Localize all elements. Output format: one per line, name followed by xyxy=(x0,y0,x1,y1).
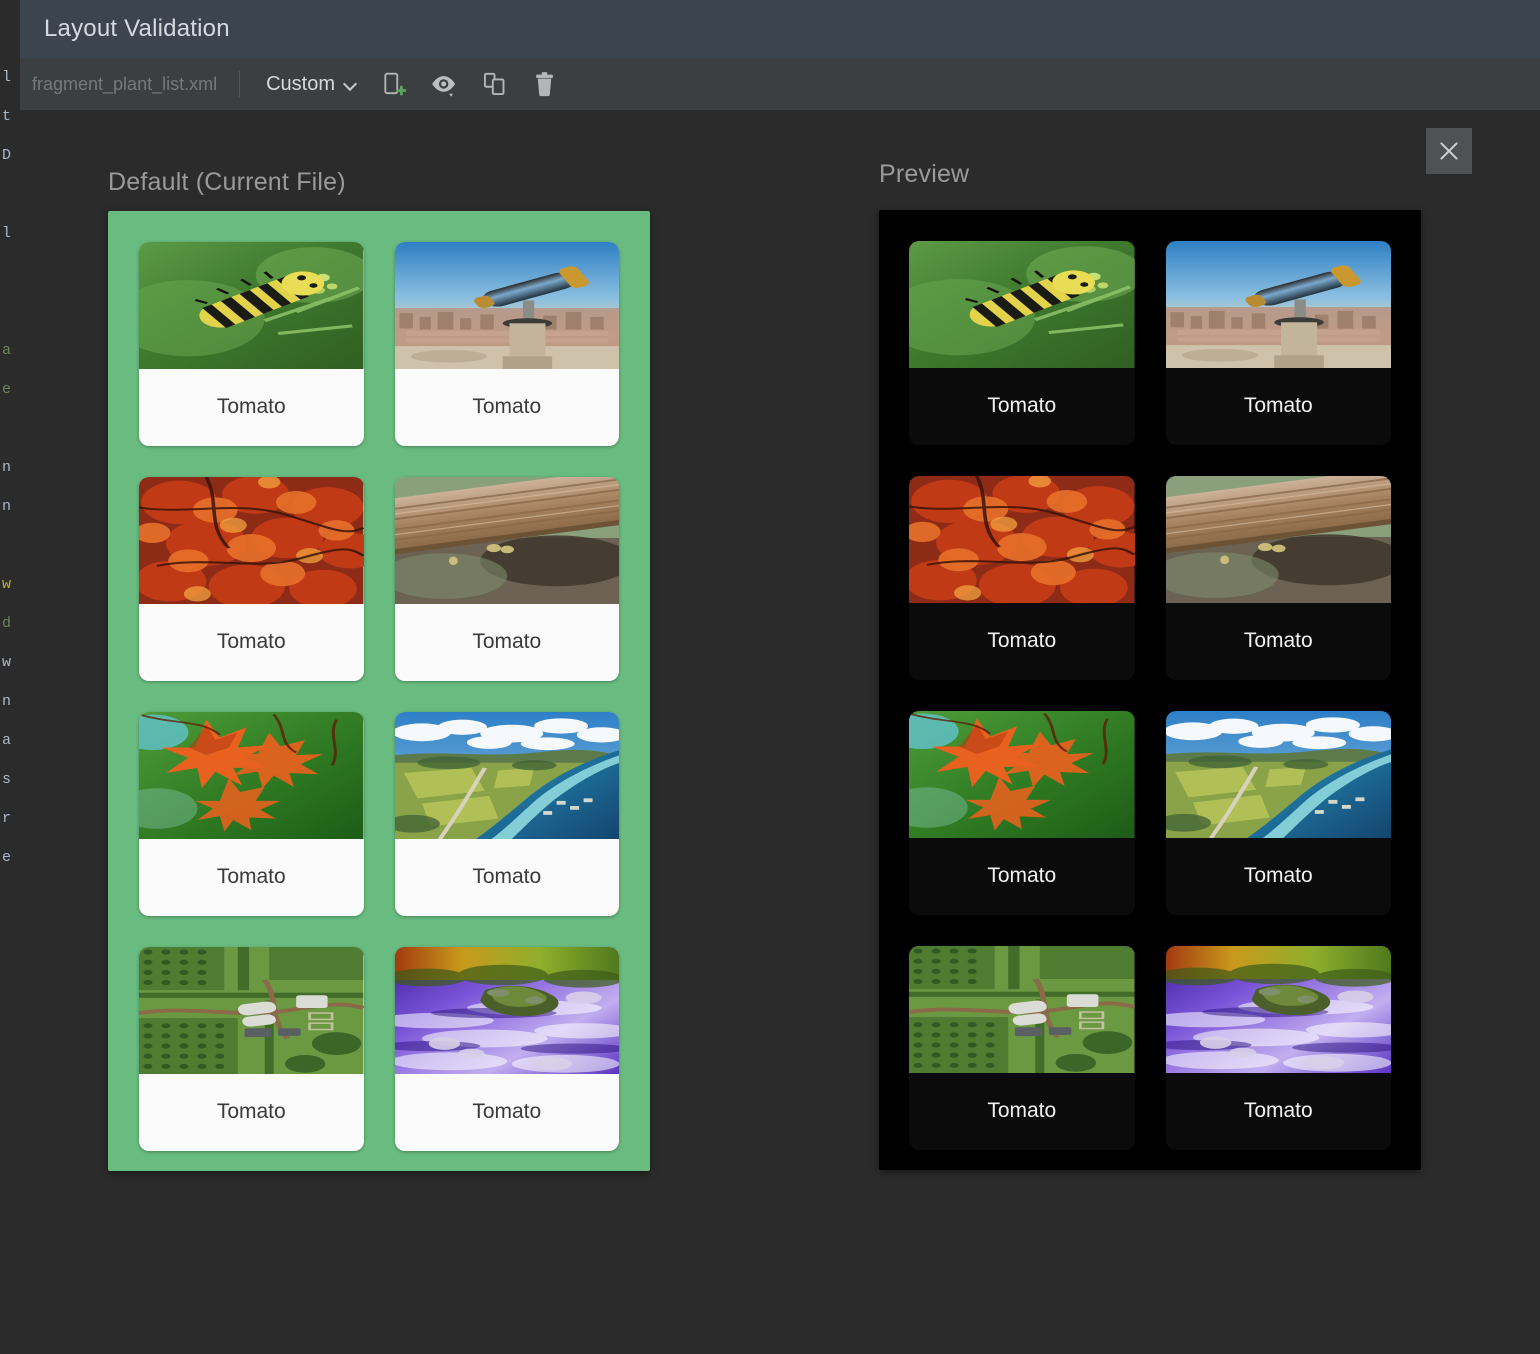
plant-card-grid-preview: Tomato Tomato xyxy=(879,210,1421,1170)
editor-line: t xyxy=(0,97,22,136)
close-preview-button[interactable] xyxy=(1426,128,1472,174)
editor-line xyxy=(0,409,22,448)
plant-card-image xyxy=(1166,946,1392,1073)
editor-line: a xyxy=(0,331,22,370)
editor-line: w xyxy=(0,565,22,604)
add-device-icon xyxy=(381,71,407,97)
plant-card-image xyxy=(395,712,620,839)
editor-line: l xyxy=(0,214,22,253)
plant-card-image xyxy=(139,947,364,1074)
editor-line: e xyxy=(0,370,22,409)
panel-default-current-file: Default (Current File) Tomato xyxy=(108,168,650,1171)
plant-card[interactable]: Tomato xyxy=(395,242,620,446)
plant-card-image xyxy=(909,711,1135,838)
plant-card[interactable]: Tomato xyxy=(909,241,1135,445)
plant-card[interactable]: Tomato xyxy=(395,947,620,1151)
plant-card-label: Tomato xyxy=(395,839,620,916)
configuration-set-label: Custom xyxy=(266,73,335,96)
editor-line xyxy=(0,292,22,331)
plant-card-label: Tomato xyxy=(139,369,364,446)
plant-card-image xyxy=(1166,711,1392,838)
plant-card[interactable]: Tomato xyxy=(139,947,364,1151)
editor-line: n xyxy=(0,682,22,721)
plant-card-label: Tomato xyxy=(395,1074,620,1151)
panel-preview: Preview Tomato xyxy=(879,160,1421,1170)
plant-card-image xyxy=(909,476,1135,603)
trash-icon xyxy=(531,71,558,98)
chevron-down-icon xyxy=(344,78,357,91)
plant-card-label: Tomato xyxy=(139,604,364,681)
plant-card-image xyxy=(139,712,364,839)
device-frame-default[interactable]: Tomato Tomato xyxy=(108,211,650,1171)
plant-card[interactable]: Tomato xyxy=(1166,711,1392,915)
plant-card-image xyxy=(395,477,620,604)
plant-card-image xyxy=(1166,241,1392,368)
close-icon xyxy=(1436,138,1462,164)
device-frame-preview[interactable]: Tomato Tomato xyxy=(879,210,1421,1170)
plant-card[interactable]: Tomato xyxy=(395,712,620,916)
plant-card-label: Tomato xyxy=(1166,1073,1392,1150)
plant-card-image xyxy=(395,947,620,1074)
plant-card-label: Tomato xyxy=(395,369,620,446)
plant-card-image xyxy=(139,242,364,369)
plant-card-label: Tomato xyxy=(395,604,620,681)
editor-line: w xyxy=(0,643,22,682)
plant-card-label: Tomato xyxy=(909,368,1135,445)
tool-window-header: Layout Validation xyxy=(20,0,1540,58)
editor-line: s xyxy=(0,760,22,799)
panel-title-preview: Preview xyxy=(879,160,1421,189)
editor-line: D xyxy=(0,136,22,175)
validation-panels-area: Default (Current File) Tomato xyxy=(22,110,1540,1354)
plant-card[interactable]: Tomato xyxy=(395,477,620,681)
plant-card-label: Tomato xyxy=(909,603,1135,680)
plant-card-image xyxy=(139,477,364,604)
editor-gutter-sliver: l t D l a e n n w d w n a s r e xyxy=(0,58,22,1354)
page-title: Layout Validation xyxy=(20,15,230,43)
current-file-label: fragment_plant_list.xml xyxy=(20,74,239,95)
plant-card-label: Tomato xyxy=(1166,603,1392,680)
editor-line xyxy=(0,253,22,292)
plant-card[interactable]: Tomato xyxy=(1166,946,1392,1150)
plant-card-image xyxy=(1166,476,1392,603)
plant-card-label: Tomato xyxy=(1166,368,1392,445)
eye-icon xyxy=(429,71,459,98)
plant-card-grid-default: Tomato Tomato xyxy=(108,211,650,1171)
plant-card[interactable]: Tomato xyxy=(909,476,1135,680)
plant-card-label: Tomato xyxy=(139,839,364,916)
copy-icon xyxy=(481,71,508,98)
plant-card[interactable]: Tomato xyxy=(1166,241,1392,445)
plant-card-label: Tomato xyxy=(909,838,1135,915)
editor-line: r xyxy=(0,799,22,838)
editor-line: e xyxy=(0,838,22,877)
plant-card[interactable]: Tomato xyxy=(139,242,364,446)
editor-line: l xyxy=(0,58,22,97)
plant-card[interactable]: Tomato xyxy=(139,712,364,916)
plant-card-label: Tomato xyxy=(139,1074,364,1151)
plant-card[interactable]: Tomato xyxy=(139,477,364,681)
delete-configuration-button[interactable] xyxy=(521,64,567,104)
plant-card-label: Tomato xyxy=(1166,838,1392,915)
plant-card[interactable]: Tomato xyxy=(909,946,1135,1150)
plant-card-image xyxy=(395,242,620,369)
plant-card[interactable]: Tomato xyxy=(909,711,1135,915)
plant-card-label: Tomato xyxy=(909,1073,1135,1150)
editor-line: n xyxy=(0,487,22,526)
editor-line xyxy=(0,175,22,214)
plant-card-image xyxy=(909,241,1135,368)
add-device-button[interactable] xyxy=(371,64,417,104)
plant-card-image xyxy=(909,946,1135,1073)
editor-line: n xyxy=(0,448,22,487)
copy-configuration-button[interactable] xyxy=(471,64,517,104)
editor-line xyxy=(0,526,22,565)
visibility-button[interactable] xyxy=(421,64,467,104)
plant-card[interactable]: Tomato xyxy=(1166,476,1392,680)
editor-line: a xyxy=(0,721,22,760)
toolbar: fragment_plant_list.xml Custom xyxy=(20,58,1540,111)
panel-title-default: Default (Current File) xyxy=(108,168,650,197)
configuration-set-dropdown[interactable]: Custom xyxy=(240,73,367,96)
editor-line: d xyxy=(0,604,22,643)
